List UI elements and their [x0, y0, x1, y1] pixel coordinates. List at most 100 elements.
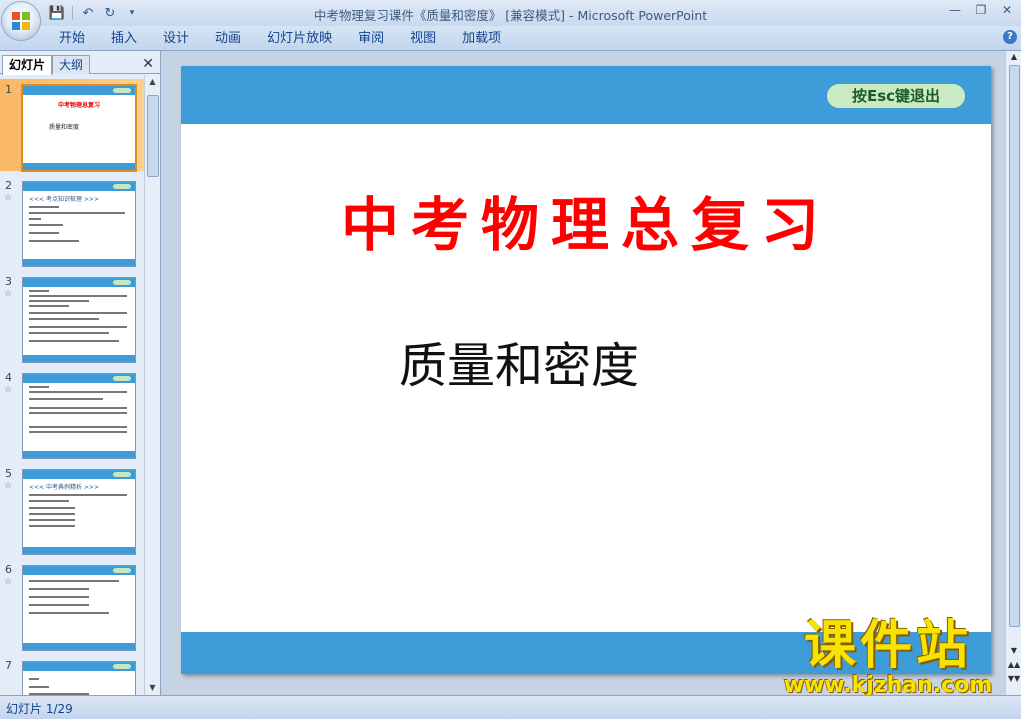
thumb-text-line — [29, 340, 119, 342]
scroll-thumb[interactable] — [1009, 65, 1020, 627]
thumb-text-line — [29, 206, 59, 208]
close-pane-icon[interactable]: ✕ — [142, 56, 154, 72]
tab-addins[interactable]: 加载项 — [449, 30, 514, 48]
tab-design[interactable]: 设计 — [150, 30, 202, 48]
watermark-title: 课件站 — [803, 616, 972, 676]
thumb-bottom-band — [23, 163, 135, 170]
slide-thumbnail[interactable] — [22, 661, 136, 695]
thumb-text-line — [29, 398, 103, 400]
slide-thumbnail[interactable]: 中考物理总复习 质量和密度 — [21, 84, 137, 172]
thumbnail-number: 4 — [5, 371, 12, 384]
window-controls: — ❐ ✕ — [947, 2, 1015, 18]
thumb-bottom-band — [23, 259, 135, 266]
slide-thumbnail[interactable]: <<< 考点知识梳理 >>> — [22, 181, 136, 267]
thumb-text-line — [29, 218, 41, 220]
scroll-up-icon[interactable]: ▲ — [145, 75, 160, 89]
thumbnail-number: 1 — [5, 83, 12, 96]
tab-home[interactable]: 开始 — [46, 30, 98, 48]
thumb-esc-button — [113, 88, 131, 93]
thumb-text-line — [29, 678, 39, 680]
pane-tabs: 幻灯片 大纲 ✕ — [0, 53, 160, 75]
slides-pane: 幻灯片 大纲 ✕ 1 中考物理总复习 质量和密度 2 ☆ <<< 考点知识梳理 … — [0, 51, 161, 695]
thumb-esc-button — [113, 184, 131, 189]
thumb-text-line — [29, 407, 127, 409]
thumbnail-list: 1 中考物理总复习 质量和密度 2 ☆ <<< 考点知识梳理 >>> 3 ☆ 4… — [0, 75, 144, 695]
tab-review[interactable]: 审阅 — [345, 30, 397, 48]
thumb-text-line — [29, 232, 59, 234]
thumbnail-row[interactable]: 5 ☆ <<< 中考典例精析 >>> — [0, 463, 144, 555]
thumb-text-line — [29, 318, 99, 320]
thumbnail-row[interactable]: 1 中考物理总复习 质量和密度 — [0, 79, 144, 172]
thumb-text-line — [29, 295, 127, 297]
thumbnail-row[interactable]: 7 — [0, 655, 144, 695]
thumb-bottom-band — [23, 547, 135, 554]
slide-thumbnail[interactable] — [22, 565, 136, 651]
thumb-text-line — [29, 596, 89, 598]
slide-thumbnail[interactable] — [22, 373, 136, 459]
scroll-up-icon[interactable]: ▲ — [1006, 51, 1021, 63]
watermark-logo: 课件站 www.kjzhan.com — [768, 616, 1008, 698]
thumb-text-line — [29, 426, 127, 428]
thumb-bottom-band — [23, 643, 135, 650]
ribbon: 开始 插入 设计 动画 幻灯片放映 审阅 视图 加载项 ? — [0, 26, 1021, 51]
tab-animations[interactable]: 动画 — [202, 30, 254, 48]
scroll-thumb[interactable] — [147, 95, 159, 177]
animation-star-icon: ☆ — [4, 481, 13, 491]
thumbnail-row[interactable]: 3 ☆ — [0, 271, 144, 363]
thumb-text-line — [29, 332, 109, 334]
tab-insert[interactable]: 插入 — [98, 30, 150, 48]
thumbnail-number: 5 — [5, 467, 12, 480]
current-slide[interactable]: 按Esc键退出 中考物理总复习 质量和密度 — [181, 66, 991, 674]
tab-slideshow[interactable]: 幻灯片放映 — [254, 30, 345, 48]
tab-view[interactable]: 视图 — [397, 30, 449, 48]
tab-outline[interactable]: 大纲 — [52, 55, 91, 74]
tab-slides[interactable]: 幻灯片 — [2, 55, 53, 75]
thumb-text-line — [29, 212, 125, 214]
esc-exit-button[interactable]: 按Esc键退出 — [827, 84, 965, 108]
slide-title[interactable]: 中考物理总复习 — [181, 178, 991, 262]
thumb-text-line — [29, 326, 127, 328]
thumbnail-scrollbar[interactable]: ▲ ▼ — [144, 75, 160, 695]
help-icon[interactable]: ? — [1003, 30, 1017, 44]
thumb-text-line — [29, 519, 75, 521]
ribbon-tabs: 开始 插入 设计 动画 幻灯片放映 审阅 视图 加载项 — [46, 30, 514, 48]
next-slide-icon[interactable]: ▼▼ — [1006, 673, 1021, 685]
thumb-esc-button — [113, 664, 131, 669]
thumb-text-line — [29, 240, 79, 242]
thumb-text-line — [29, 513, 75, 515]
main-scrollbar[interactable]: ▲ ▼ ▲▲ ▼▼ — [1005, 51, 1021, 695]
title-bar: 💾 ↶ ↻ ▾ 中考物理复习课件《质量和密度》 [兼容模式] - Microso… — [0, 0, 1021, 26]
thumbnail-row[interactable]: 2 ☆ <<< 考点知识梳理 >>> — [0, 175, 144, 267]
thumb-header: <<< 中考典例精析 >>> — [29, 484, 99, 491]
thumb-text-line — [29, 686, 49, 688]
thumb-bottom-band — [23, 451, 135, 458]
thumb-esc-button — [113, 472, 131, 477]
thumb-esc-button — [113, 376, 131, 381]
animation-star-icon: ☆ — [4, 289, 13, 299]
restore-icon[interactable]: ❐ — [973, 2, 989, 18]
thumb-text-line — [29, 525, 75, 527]
thumb-text-line — [29, 391, 127, 393]
thumb-text-line — [29, 386, 49, 388]
thumb-text-line — [29, 305, 69, 307]
scroll-down-icon[interactable]: ▼ — [1006, 645, 1021, 657]
slide-subtitle[interactable]: 质量和密度 — [399, 326, 639, 396]
status-bar: 幻灯片 1/29 — [0, 695, 1021, 719]
thumbnail-number: 7 — [5, 659, 12, 672]
thumbnail-row[interactable]: 6 ☆ — [0, 559, 144, 651]
thumb-title: 中考物理总复习 — [57, 102, 100, 109]
thumb-text-line — [29, 494, 127, 496]
thumb-esc-button — [113, 568, 131, 573]
animation-star-icon: ☆ — [4, 193, 13, 203]
animation-star-icon: ☆ — [4, 385, 13, 395]
previous-slide-icon[interactable]: ▲▲ — [1006, 659, 1021, 671]
slide-thumbnail[interactable] — [22, 277, 136, 363]
thumbnail-row[interactable]: 4 ☆ — [0, 367, 144, 459]
minimize-icon[interactable]: — — [947, 2, 963, 18]
scroll-down-icon[interactable]: ▼ — [145, 681, 160, 695]
office-button[interactable] — [2, 2, 40, 40]
thumb-text-line — [29, 612, 109, 614]
slide-thumbnail[interactable]: <<< 中考典例精析 >>> — [22, 469, 136, 555]
thumb-text-line — [29, 507, 75, 509]
close-icon[interactable]: ✕ — [999, 2, 1015, 18]
